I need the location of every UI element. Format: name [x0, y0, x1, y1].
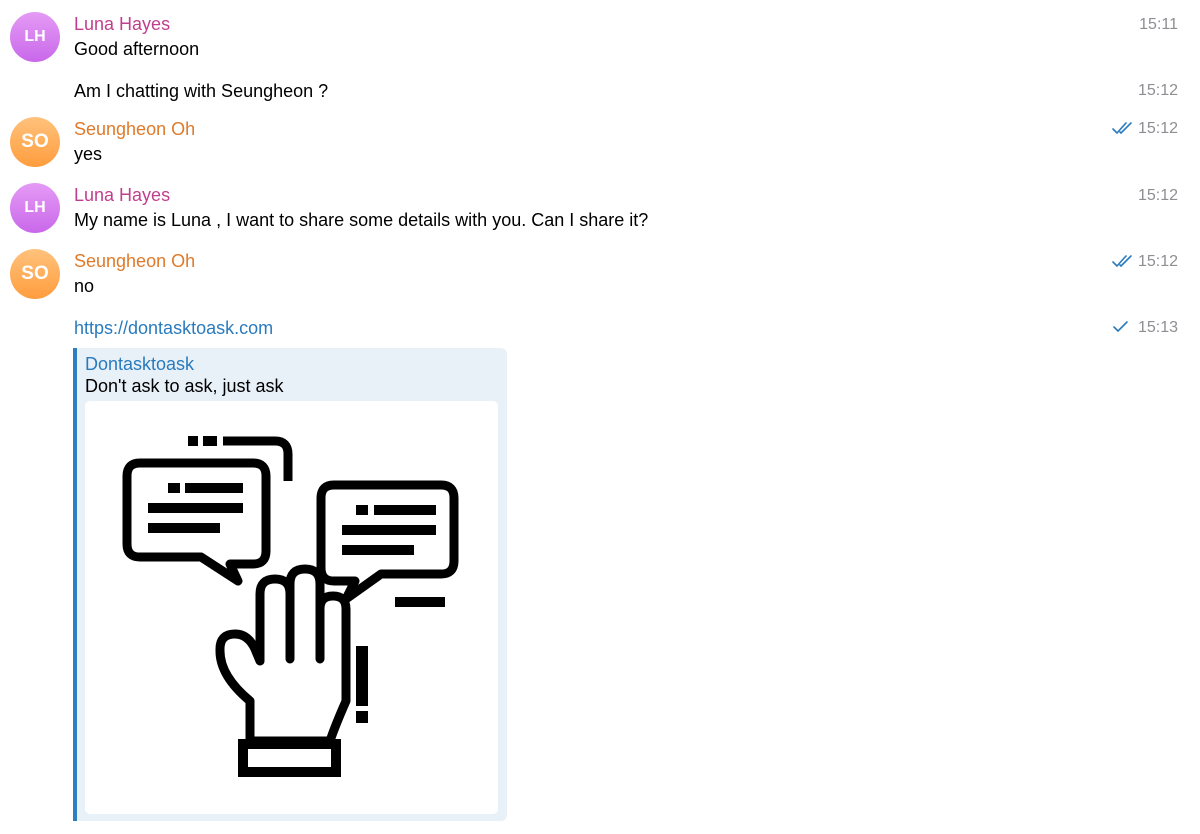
- message-time: 15:11: [1139, 16, 1178, 33]
- sender-name[interactable]: Luna Hayes: [74, 13, 170, 35]
- chat-history: LH Luna Hayes Good afternoon 15:11 Am I …: [0, 0, 1200, 834]
- message-text: My name is Luna , I want to share some d…: [74, 210, 649, 230]
- sender-name[interactable]: Seungheon Oh: [74, 118, 195, 140]
- message-time: 15:12: [1137, 253, 1178, 270]
- link-preview[interactable]: Dontasktoask Don't ask to ask, just ask: [73, 348, 507, 821]
- message-time: 15:12: [1137, 120, 1178, 137]
- double-check-icon: [1112, 255, 1132, 267]
- message-time: 15:12: [1137, 187, 1178, 204]
- message-text: Good afternoon: [74, 39, 200, 59]
- message-time: 15:13: [1137, 319, 1178, 336]
- link-preview-site-name[interactable]: Dontasktoask: [85, 353, 194, 375]
- sender-name[interactable]: Luna Hayes: [74, 184, 170, 206]
- link-preview-image[interactable]: [85, 401, 498, 814]
- chat-bubbles-raised-hand-icon: [122, 436, 459, 777]
- avatar[interactable]: SO: [10, 117, 60, 167]
- message-text: no: [74, 276, 95, 296]
- message-time: 15:12: [1137, 82, 1178, 99]
- double-check-icon: [1112, 122, 1132, 134]
- avatar[interactable]: LH: [10, 12, 60, 62]
- message-text: Am I chatting with Seungheon ?: [74, 81, 329, 101]
- message-link[interactable]: https://dontasktoask.com: [74, 317, 273, 339]
- avatar[interactable]: LH: [10, 183, 60, 233]
- sender-name[interactable]: Seungheon Oh: [74, 250, 195, 272]
- single-check-icon: [1113, 321, 1128, 332]
- message-text: yes: [74, 144, 103, 164]
- avatar[interactable]: SO: [10, 249, 60, 299]
- link-preview-title: Don't ask to ask, just ask: [85, 376, 284, 396]
